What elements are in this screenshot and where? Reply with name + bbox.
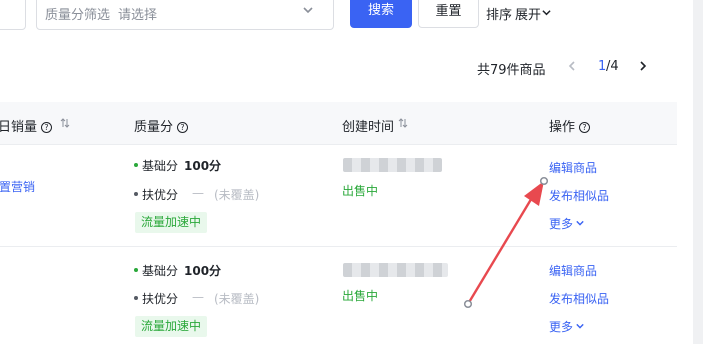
publish-similar-link[interactable]: 发布相似品 [549,187,609,204]
chevron-right-icon[interactable] [638,60,648,72]
sort-icon[interactable] [398,118,408,128]
help-icon[interactable]: ? [177,122,189,133]
chevron-down-icon[interactable] [542,8,551,17]
column-created: 创建时间 [342,116,394,135]
created-time-redacted [343,263,448,277]
status-on-sale: 出售中 [342,184,379,198]
status-dot [134,163,138,167]
column-sales: 日销量? [0,116,53,135]
status-dot [134,268,138,272]
base-score-value: 100分 [184,264,222,278]
column-actions-label: 操作 [549,120,576,135]
traffic-boost-tag: 流量加速中 [135,316,208,337]
boost-score-label: 扶优分 [142,292,179,306]
row-divider [0,246,677,247]
more-actions-link[interactable]: 更多 [549,318,573,335]
chevron-down-icon[interactable] [576,219,584,227]
column-sales-label: 日销量 [0,120,38,135]
traffic-boost-tag: 流量加速中 [135,212,208,233]
chevron-left-icon[interactable] [567,60,577,72]
filter-field-partial[interactable] [0,0,26,30]
base-score-label: 基础分 [142,264,179,278]
quality-score-select[interactable]: 质量分筛选 请选择 [36,0,334,30]
column-quality-label: 质量分 [134,120,174,135]
column-quality: 质量分? [134,116,189,135]
quality-select-placeholder: 请选择 [118,8,158,23]
status-dot [134,192,138,196]
sort-label: 排序 [486,8,513,23]
publish-similar-link[interactable]: 发布相似品 [549,290,609,307]
expand-filters-link[interactable]: 展开 [515,4,541,23]
column-created-label: 创建时间 [342,120,395,135]
boost-score-label: 扶优分 [142,188,179,202]
search-button[interactable]: 搜索 [350,0,412,28]
total-count: 共79件商品 [477,63,546,78]
boost-score-status: (未覆盖) [214,188,260,202]
help-icon[interactable]: ? [579,122,591,133]
sales-marketing-link[interactable]: 置营销 [0,178,35,195]
chevron-down-icon [303,7,313,14]
edit-product-link[interactable]: 编辑商品 [549,262,597,279]
edit-product-link[interactable]: 编辑商品 [549,159,597,176]
help-icon[interactable]: ? [41,122,53,133]
page-scrollbar[interactable] [693,0,703,344]
base-score-value: 100分 [184,159,222,173]
boost-score-status: (未覆盖) [214,292,260,306]
column-actions: 操作? [549,116,591,135]
quality-select-label: 质量分筛选 [45,8,111,23]
status-on-sale: 出售中 [342,289,379,303]
base-score-label: 基础分 [142,159,179,173]
chevron-down-icon[interactable] [576,322,584,330]
more-actions-link[interactable]: 更多 [549,215,573,232]
total-pages: /4 [606,59,619,74]
sort-icon[interactable] [60,118,70,128]
row-divider [0,144,677,145]
boost-score-dash: — [192,290,204,304]
status-dot [134,296,138,300]
boost-score-dash: — [192,186,204,200]
reset-button[interactable]: 重置 [418,0,479,28]
created-time-redacted [343,158,442,172]
